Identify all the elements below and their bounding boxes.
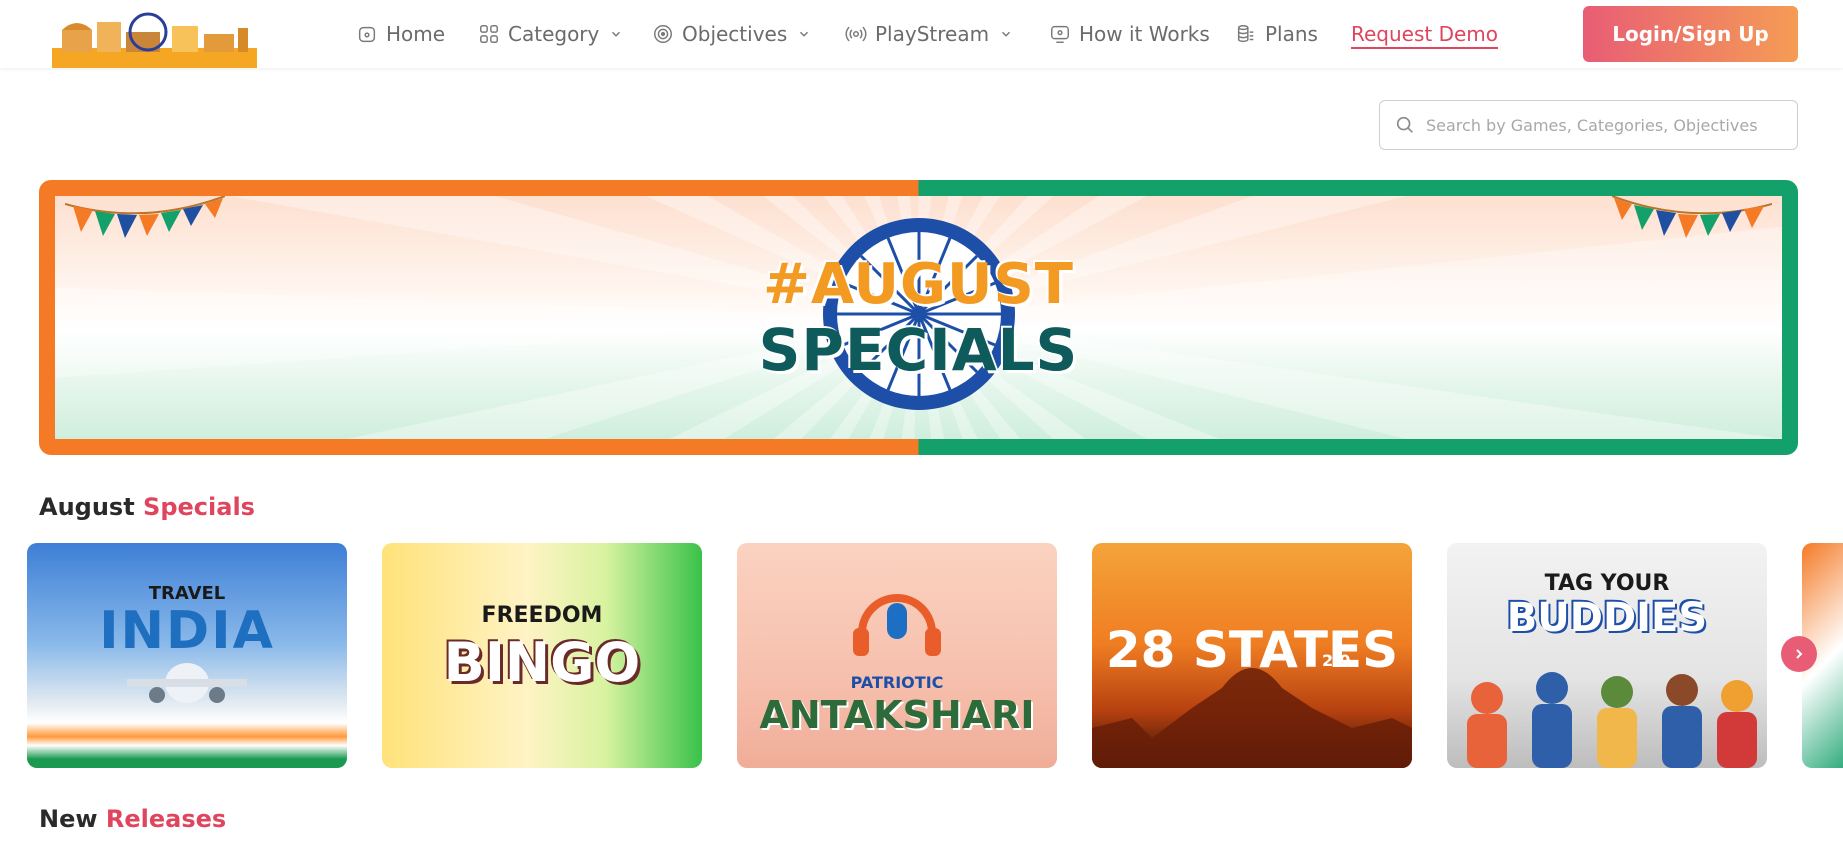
chevron-down-icon (612, 31, 621, 37)
search-box[interactable] (1379, 100, 1798, 150)
card-line1: FREEDOM (481, 603, 603, 628)
game-card-freedom-bingo[interactable]: FREEDOM BINGO (382, 543, 702, 768)
section-title-part1: August (39, 493, 135, 521)
chevron-right-icon (1796, 649, 1803, 659)
nav-home-label: Home (386, 22, 446, 46)
banner-title-line1: #AUGUST (763, 252, 1074, 317)
login-signup-button[interactable]: Login/Sign Up (1583, 6, 1798, 62)
category-icon (480, 25, 498, 43)
card-line2: ANTAKSHARI (759, 693, 1035, 737)
bunting-left (65, 196, 225, 238)
carousel-next-button[interactable] (1781, 636, 1817, 672)
coins-stack-icon (1237, 25, 1254, 43)
home-icon (358, 26, 376, 43)
nav-request-demo[interactable]: Request Demo (1351, 20, 1498, 48)
bunting-right (1612, 196, 1772, 238)
plane-icon (127, 663, 247, 703)
banner-background: #AUGUST SPECIALS (55, 196, 1782, 439)
nav-request-demo-label: Request Demo (1351, 22, 1499, 46)
nav-playstream[interactable]: PlayStream (845, 20, 1013, 48)
chevron-down-icon (800, 31, 809, 37)
section-title-part2: Specials (143, 493, 255, 521)
headphones-mic-icon (853, 594, 941, 656)
search-icon (1396, 116, 1413, 133)
nav-plans-label: Plans (1265, 22, 1318, 46)
game-card-patriotic-antakshari[interactable]: PATRIOTIC ANTAKSHARI (737, 543, 1057, 768)
card-line2: 2.0 (1322, 651, 1351, 670)
game-card-travel-india[interactable]: TRAVEL INDIA (27, 543, 347, 768)
card-line1: TAG YOUR (1544, 571, 1670, 596)
banner-title-line2: SPECIALS (758, 316, 1079, 384)
hero-banner[interactable]: #AUGUST SPECIALS (39, 180, 1798, 455)
card-line2: INDIA (99, 601, 275, 661)
section-title-part1: New (39, 805, 98, 833)
nav-plans[interactable]: Plans (1235, 20, 1318, 48)
section-title-part2: Releases (105, 805, 227, 833)
nav-category[interactable]: Category (478, 20, 623, 48)
nav-playstream-label: PlayStream (875, 22, 990, 46)
card-line1: 28 STATES (1105, 621, 1399, 679)
top-header: Home Category Objectives PlayStream How … (0, 0, 1843, 68)
nav-category-label: Category (508, 22, 600, 46)
info-screen-icon (1051, 25, 1069, 43)
game-card-28-states[interactable]: 28 STATES 2.0 (1092, 543, 1412, 768)
objectives-icon (654, 25, 672, 43)
broadcast-icon (845, 26, 867, 42)
card-line2: BINGO (443, 631, 641, 694)
section-title-new-releases: New Releases (39, 805, 226, 833)
card-line1: PATRIOTIC (850, 673, 944, 692)
section-title-august-specials: August Specials (39, 493, 255, 521)
nav-how-it-works[interactable]: How it Works (1049, 20, 1210, 48)
nav-objectives[interactable]: Objectives (652, 20, 811, 48)
card-line2: BUDDIES (1506, 595, 1708, 641)
nav-how-it-works-label: How it Works (1079, 22, 1210, 46)
game-card-tag-your-buddies[interactable]: TAG YOUR BUDDIES (1447, 543, 1767, 768)
nav-home[interactable]: Home (356, 20, 445, 48)
chevron-down-icon (1002, 31, 1011, 37)
site-logo[interactable] (52, 12, 257, 68)
nav-objectives-label: Objectives (682, 22, 788, 46)
people-illustration (1467, 672, 1757, 768)
search-input[interactable] (1426, 115, 1786, 135)
